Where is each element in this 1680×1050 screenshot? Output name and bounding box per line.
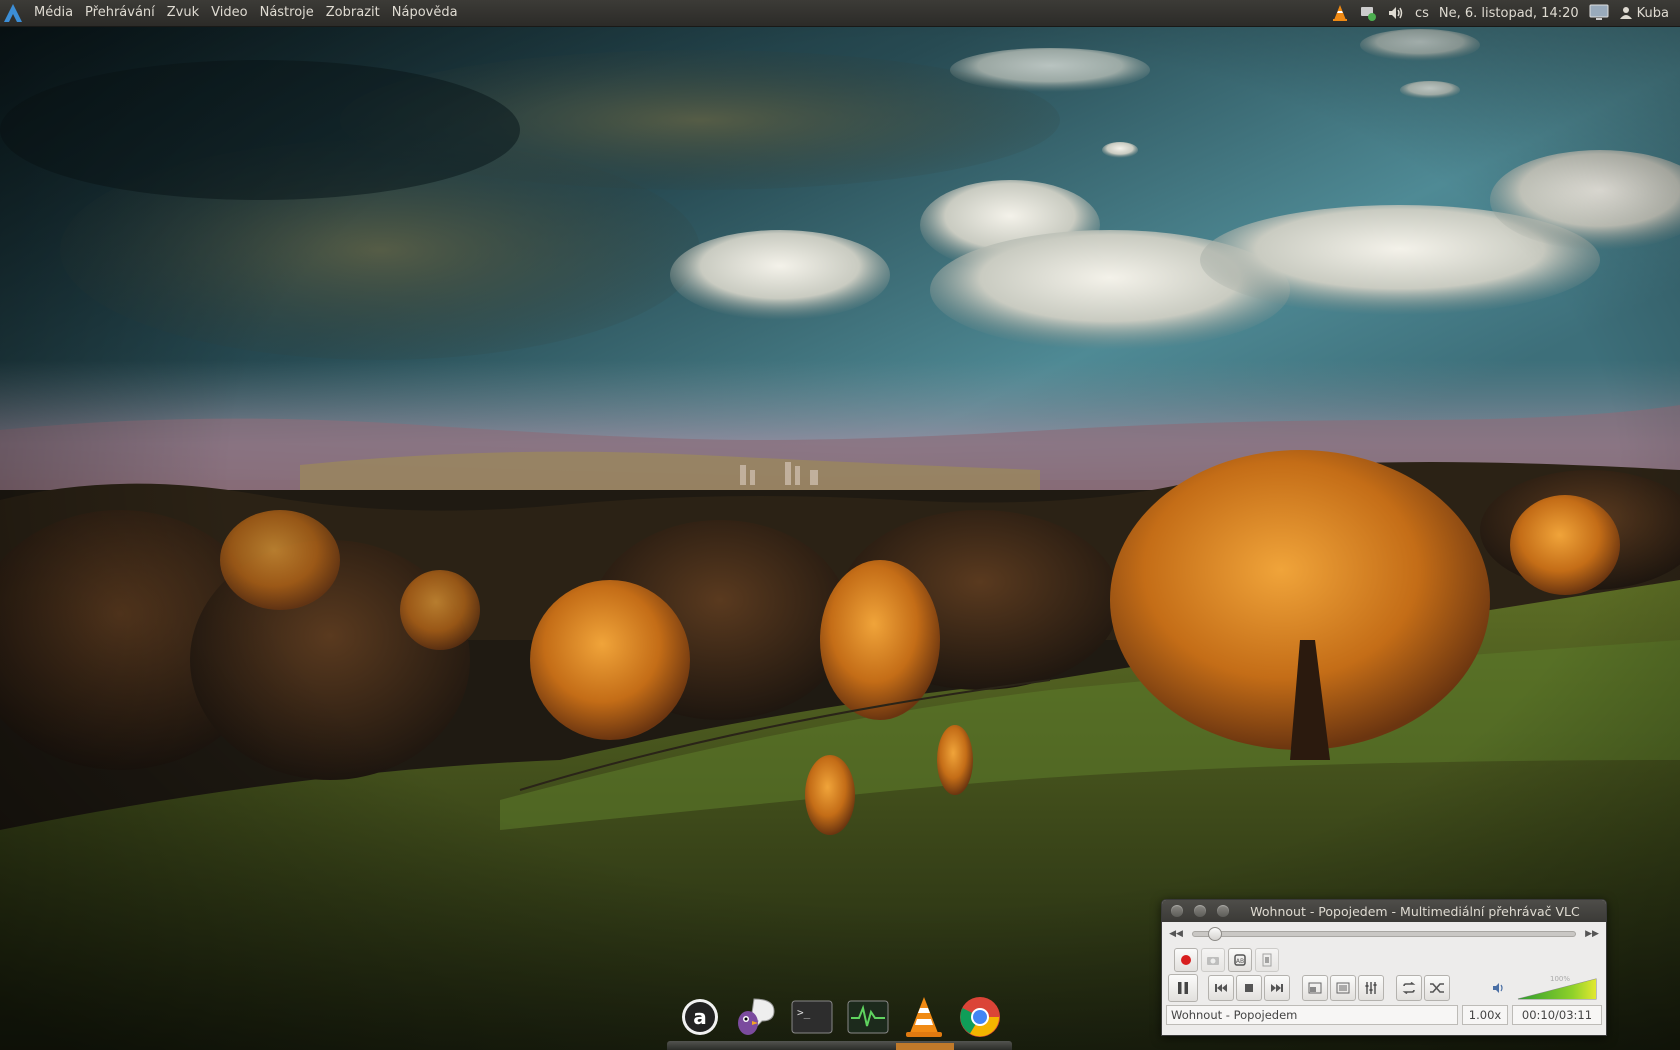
previous-button[interactable]	[1208, 975, 1234, 1001]
record-button[interactable]	[1174, 947, 1198, 972]
loop-icon	[1402, 982, 1416, 994]
clock[interactable]: Ne, 6. listopad, 14:20	[1434, 0, 1584, 26]
svg-text:>_: >_	[797, 1006, 811, 1019]
dock-system-monitor-icon[interactable]	[846, 995, 890, 1039]
vlc-titlebar[interactable]: Wohnout - Popojedem - Multimediální přeh…	[1162, 900, 1606, 922]
record-icon	[1181, 954, 1191, 965]
playlist-button[interactable]	[1330, 975, 1356, 1001]
distro-logo-icon[interactable]	[2, 2, 24, 24]
loop-ab-icon: AB	[1234, 953, 1246, 966]
advanced-controls: AB	[1162, 946, 1606, 973]
volume-icon[interactable]	[1382, 0, 1410, 26]
seek-row: ◀◀ ▶▶	[1162, 922, 1606, 946]
playlist-icon	[1336, 982, 1350, 994]
frame-step-icon	[1262, 953, 1272, 966]
svg-text:a: a	[693, 1005, 707, 1029]
dock-vlc-icon[interactable]	[902, 995, 946, 1039]
camera-icon	[1207, 956, 1219, 965]
shuffle-icon	[1430, 983, 1444, 993]
shuffle-button[interactable]	[1424, 975, 1450, 1001]
menu-help[interactable]: Nápověda	[386, 0, 464, 26]
menu-view[interactable]: Zobrazit	[320, 0, 386, 26]
user-name: Kuba	[1636, 5, 1669, 21]
fullscreen-icon	[1308, 982, 1322, 994]
window-maximize-button[interactable]	[1217, 905, 1229, 917]
stop-button[interactable]	[1236, 975, 1262, 1001]
extended-settings-button[interactable]	[1358, 975, 1384, 1001]
menu-playback[interactable]: Přehrávání	[79, 0, 161, 26]
seek-slider[interactable]	[1192, 927, 1576, 941]
now-playing-label: Wohnout - Popojedem	[1166, 1005, 1458, 1025]
loop-ab-button[interactable]: AB	[1228, 947, 1252, 972]
menu-audio[interactable]: Zvuk	[161, 0, 205, 26]
status-bar: Wohnout - Popojedem 1.00x 00:10/03:11	[1162, 1003, 1606, 1027]
vlc-window: Wohnout - Popojedem - Multimediální přeh…	[1161, 899, 1607, 1036]
dock: a >_	[672, 989, 1008, 1045]
stop-icon	[1245, 984, 1253, 992]
pause-button[interactable]	[1168, 974, 1198, 1002]
network-icon[interactable]	[1354, 0, 1382, 26]
svg-text:AB: AB	[1236, 958, 1244, 965]
dock-app-a-icon[interactable]: a	[678, 995, 722, 1039]
system-tray: cs Ne, 6. listopad, 14:20 Kuba	[1326, 0, 1680, 26]
menu-media[interactable]: Média	[28, 0, 79, 26]
user-menu[interactable]: Kuba	[1614, 0, 1674, 26]
elapsed-time[interactable]: 00:10/03:11	[1512, 1005, 1602, 1025]
user-icon	[1619, 7, 1632, 19]
desktop-wallpaper	[0, 0, 1680, 1050]
seek-back-icon[interactable]: ◀◀	[1168, 926, 1184, 942]
seek-forward-icon[interactable]: ▶▶	[1584, 926, 1600, 942]
menu-tools[interactable]: Nástroje	[254, 0, 320, 26]
dock-pidgin-icon[interactable]	[734, 995, 778, 1039]
keyboard-layout-indicator[interactable]: cs	[1410, 0, 1434, 26]
seek-handle[interactable]	[1208, 927, 1222, 941]
volume-slider[interactable]: 100%	[1516, 975, 1598, 1001]
loop-button[interactable]	[1396, 975, 1422, 1001]
fullscreen-button[interactable]	[1302, 975, 1328, 1001]
monitor-icon[interactable]	[1584, 0, 1614, 26]
volume-percent: 100%	[1550, 975, 1571, 983]
window-title: Wohnout - Popojedem - Multimediální přeh…	[1250, 903, 1580, 919]
playback-controls: 100%	[1162, 973, 1606, 1003]
dock-terminal-icon[interactable]: >_	[790, 995, 834, 1039]
window-minimize-button[interactable]	[1194, 905, 1206, 917]
frame-step-button[interactable]	[1255, 947, 1279, 972]
dock-chrome-icon[interactable]	[958, 995, 1002, 1039]
next-button[interactable]	[1264, 975, 1290, 1001]
previous-icon	[1215, 984, 1227, 992]
pause-icon	[1178, 982, 1188, 994]
tray-vlc-icon[interactable]	[1326, 0, 1354, 26]
volume-control: 100%	[1492, 975, 1598, 1001]
top-panel: Média Přehrávání Zvuk Video Nástroje Zob…	[0, 0, 1680, 27]
snapshot-button[interactable]	[1201, 947, 1225, 972]
window-close-button[interactable]	[1171, 905, 1183, 917]
menu-video[interactable]: Video	[205, 0, 253, 26]
playback-speed[interactable]: 1.00x	[1462, 1005, 1508, 1025]
equalizer-icon	[1365, 982, 1377, 994]
speaker-icon[interactable]	[1492, 981, 1508, 995]
next-icon	[1271, 984, 1283, 992]
